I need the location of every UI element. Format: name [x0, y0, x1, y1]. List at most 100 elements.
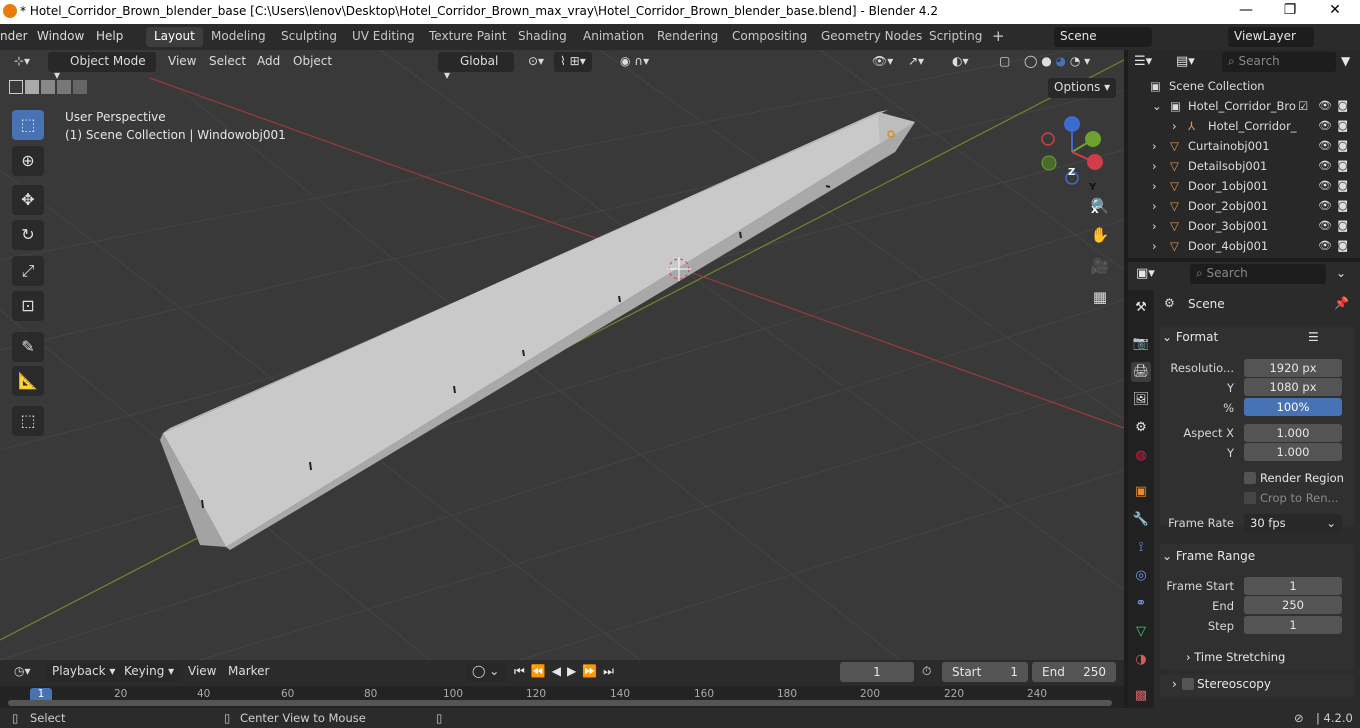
end-frame-field[interactable]: End 250 [1032, 662, 1116, 682]
scene-selector[interactable]: Scene [1054, 27, 1152, 47]
modifier-tab-icon[interactable]: 🔧 [1131, 510, 1151, 530]
aspect-x-field[interactable]: 1.000 [1244, 424, 1342, 442]
overlays-icon[interactable]: ◐▾ [946, 52, 975, 72]
camera-icon[interactable]: ◙ [1337, 139, 1348, 152]
tab-uv-editing[interactable]: UV Editing [344, 27, 423, 47]
snap-icon[interactable]: ⌇ ⊞▾ [554, 52, 592, 72]
shading-modes-icon[interactable]: ◯ ● ◕ ◔ ▾ [1018, 52, 1096, 72]
frame-rate-dropdown[interactable]: 30 fps ⌄ [1244, 514, 1342, 532]
add-workspace-icon[interactable]: + [984, 25, 1013, 45]
menu-select[interactable]: Select [203, 52, 252, 72]
pan-hand-icon[interactable]: ✋ [1087, 222, 1113, 248]
camera-icon[interactable]: ◙ [1337, 239, 1348, 252]
properties-options-icon[interactable]: ⌄ [1336, 266, 1346, 280]
clock-icon[interactable]: ⏱ [922, 664, 931, 679]
resolution-x-field[interactable]: 1920 px [1244, 359, 1342, 377]
filter-icon[interactable]: ▼ [1341, 54, 1350, 68]
stereoscopy-checkbox[interactable] [1182, 678, 1194, 690]
texture-tab-icon[interactable]: ▩ [1131, 686, 1151, 706]
data-tab-icon[interactable]: ▽ [1131, 622, 1151, 642]
eye-icon[interactable]: 👁 [1318, 119, 1332, 132]
move-tool[interactable]: ✥ [12, 185, 44, 215]
eye-icon[interactable]: 👁 [1318, 159, 1332, 172]
scale-tool[interactable]: ⤢ [12, 256, 44, 286]
frame-step-field[interactable]: 1 [1244, 616, 1342, 634]
tab-modeling[interactable]: Modeling [203, 27, 274, 47]
resolution-percent-field[interactable]: 100% [1244, 398, 1342, 416]
gizmo-z-label[interactable]: Z [1068, 167, 1075, 178]
pivot-icon[interactable]: ⊙▾ [522, 52, 550, 72]
options-dropdown[interactable]: Options ▾ [1048, 78, 1117, 98]
outliner-item[interactable]: › ▽ Door_3obj001 👁 ◙ [1128, 216, 1360, 236]
tab-compositing[interactable]: Compositing [724, 27, 815, 47]
resolution-y-field[interactable]: 1080 px [1244, 378, 1342, 396]
tab-geometry-nodes[interactable]: Geometry Nodes [813, 27, 930, 47]
scene-tab-icon[interactable]: ⚙ [1131, 418, 1151, 438]
maximize-button[interactable]: ❐ [1267, 2, 1313, 22]
constraints-tab-icon[interactable]: ⚭ [1131, 594, 1151, 614]
tab-scripting[interactable]: Scripting [921, 27, 990, 47]
gizmo-y-label[interactable]: Y [1089, 182, 1096, 193]
timeline-editor-icon[interactable]: ◷▾ [8, 662, 37, 682]
format-panel-header[interactable]: ⌄ Format [1162, 330, 1352, 344]
tab-layout[interactable]: Layout [146, 27, 203, 47]
camera-icon[interactable]: ◙ [1337, 179, 1348, 192]
frame-range-header[interactable]: ⌄ Frame Range [1162, 549, 1352, 563]
camera-icon[interactable]: ◙ [1337, 119, 1348, 132]
timeline-scrollbar[interactable] [8, 700, 1112, 706]
tab-texture-paint[interactable]: Texture Paint [421, 27, 514, 47]
eye-icon[interactable]: 👁 [1318, 179, 1332, 192]
eye-icon[interactable]: 👁 [1318, 139, 1332, 152]
eye-icon[interactable]: 👁 [1318, 219, 1332, 232]
gizmo-toggle-icon[interactable]: ↗▾ [902, 52, 930, 72]
playback-controls[interactable]: ⏮⏪◀▶⏩⏭ [514, 664, 620, 679]
outliner-item[interactable]: ⌄ ▣ Hotel_Corridor_Bro ☑ 👁 ◙ [1128, 96, 1360, 116]
zoom-icon[interactable]: 🔍 [1087, 193, 1113, 219]
visibility-icon[interactable]: 👁▾ [866, 52, 899, 72]
eye-icon[interactable]: 👁 [1318, 199, 1332, 212]
outliner-item[interactable]: › ⅄ Hotel_Corridor_ 👁 ◙ [1128, 116, 1360, 136]
physics-tab-icon[interactable]: ◎ [1131, 566, 1151, 586]
eye-icon[interactable]: 👁 [1318, 239, 1332, 252]
world-tab-icon[interactable]: ◍ [1131, 446, 1151, 466]
tab-sculpting[interactable]: Sculpting [273, 27, 345, 47]
tab-shading[interactable]: Shading [510, 27, 575, 47]
camera-icon[interactable]: ◙ [1337, 219, 1348, 232]
frame-end-field[interactable]: 250 [1244, 596, 1342, 614]
3d-viewport[interactable]: Z Y X ⊹▾ Object Mode ▾ View Select Add O… [0, 50, 1124, 660]
render-tab-icon[interactable]: 📷 [1131, 334, 1151, 354]
current-frame-field[interactable]: 1 [840, 662, 914, 682]
camera-icon[interactable]: ◙ [1337, 99, 1348, 112]
annotate-tool[interactable]: ✎ [12, 332, 44, 362]
rotate-tool[interactable]: ↻ [12, 220, 44, 250]
outliner-search-input[interactable]: ⌕ Search [1222, 52, 1336, 72]
aspect-y-field[interactable]: 1.000 [1244, 443, 1342, 461]
object-tab-icon[interactable]: ▣ [1131, 482, 1151, 502]
timeline-menu-view[interactable]: View [182, 662, 222, 682]
particles-tab-icon[interactable]: ⟟ [1131, 538, 1151, 558]
add-cube-tool[interactable]: ⬚ [12, 406, 44, 436]
output-tab-icon[interactable]: 🖨 [1131, 362, 1151, 382]
xray-icon[interactable]: ▢ [993, 52, 1016, 72]
outliner-item[interactable]: › ▽ Door_1obj001 👁 ◙ [1128, 176, 1360, 196]
camera-icon[interactable]: ◙ [1337, 159, 1348, 172]
view-layer-tab-icon[interactable]: 🖼 [1131, 390, 1151, 410]
camera-view-icon[interactable]: 🎥 [1087, 253, 1113, 279]
menu-render[interactable]: nder [0, 29, 28, 43]
playback-dropdown[interactable]: Playback ▾ [46, 662, 122, 682]
outliner-item[interactable]: › ▽ Door_2obj001 👁 ◙ [1128, 196, 1360, 216]
timeline-menu-marker[interactable]: Marker [222, 662, 275, 682]
menu-add[interactable]: Add [251, 52, 286, 72]
transform-tool[interactable]: ⊡ [12, 291, 44, 321]
select-box-tool[interactable]: ⬚ [12, 110, 44, 140]
outliner-scene-collection[interactable]: ▣ Scene Collection [1128, 76, 1360, 96]
properties-editor-icon[interactable]: ▣▾ [1136, 266, 1155, 281]
proportional-edit-icon[interactable]: ◉ ∩▾ [614, 52, 655, 72]
display-mode-icon[interactable]: ▤▾ [1176, 54, 1195, 69]
presets-icon[interactable]: ☰ [1308, 330, 1319, 344]
outliner-editor-icon[interactable]: ☰▾ [1134, 54, 1152, 69]
mode-dropdown[interactable]: Object Mode ▾ [48, 52, 156, 82]
cursor-tool[interactable]: ⊕ [12, 146, 44, 176]
tool-tab-icon[interactable]: ⚒ [1131, 298, 1151, 318]
auto-keying-icon[interactable]: ◯ ⌄ [466, 662, 506, 682]
